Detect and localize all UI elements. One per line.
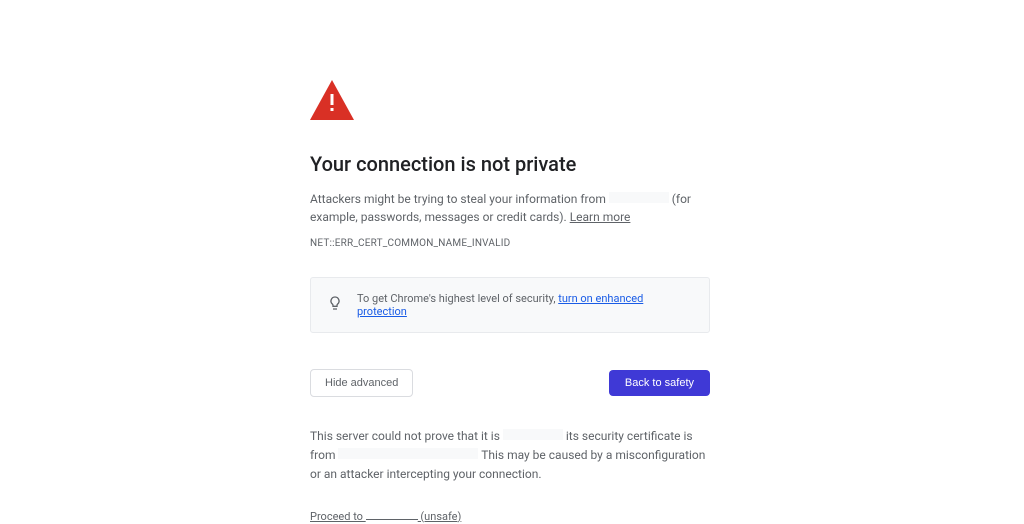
redacted-domain: [609, 192, 669, 203]
button-row: Hide advanced Back to safety: [310, 369, 710, 397]
warning-description: Attackers might be trying to steal your …: [310, 190, 710, 226]
proceed-suffix: (unsafe): [418, 510, 462, 523]
proceed-prefix: Proceed to: [310, 510, 366, 523]
redacted-cert-source: [338, 448, 478, 459]
details-part1: This server could not prove that it is: [310, 429, 503, 443]
infobox-prefix: To get Chrome's highest level of securit…: [357, 292, 558, 305]
error-page: Your connection is not private Attackers…: [310, 0, 710, 524]
desc-prefix: Attackers might be trying to steal your …: [310, 192, 609, 206]
lightbulb-icon: [327, 295, 343, 315]
page-heading: Your connection is not private: [310, 152, 710, 176]
proceed-unsafe-link[interactable]: Proceed to (unsafe): [310, 510, 461, 523]
redacted-domain-3: [366, 510, 418, 520]
infobox-text: To get Chrome's highest level of securit…: [357, 292, 693, 318]
redacted-domain-2: [503, 429, 563, 440]
learn-more-link[interactable]: Learn more: [570, 210, 631, 224]
error-code: NET::ERR_CERT_COMMON_NAME_INVALID: [310, 238, 710, 249]
advanced-details: This server could not prove that it is i…: [310, 427, 710, 485]
warning-triangle-icon: [310, 80, 710, 124]
back-to-safety-button[interactable]: Back to safety: [609, 370, 710, 396]
enhanced-protection-infobox: To get Chrome's highest level of securit…: [310, 277, 710, 333]
hide-advanced-button[interactable]: Hide advanced: [310, 369, 413, 397]
